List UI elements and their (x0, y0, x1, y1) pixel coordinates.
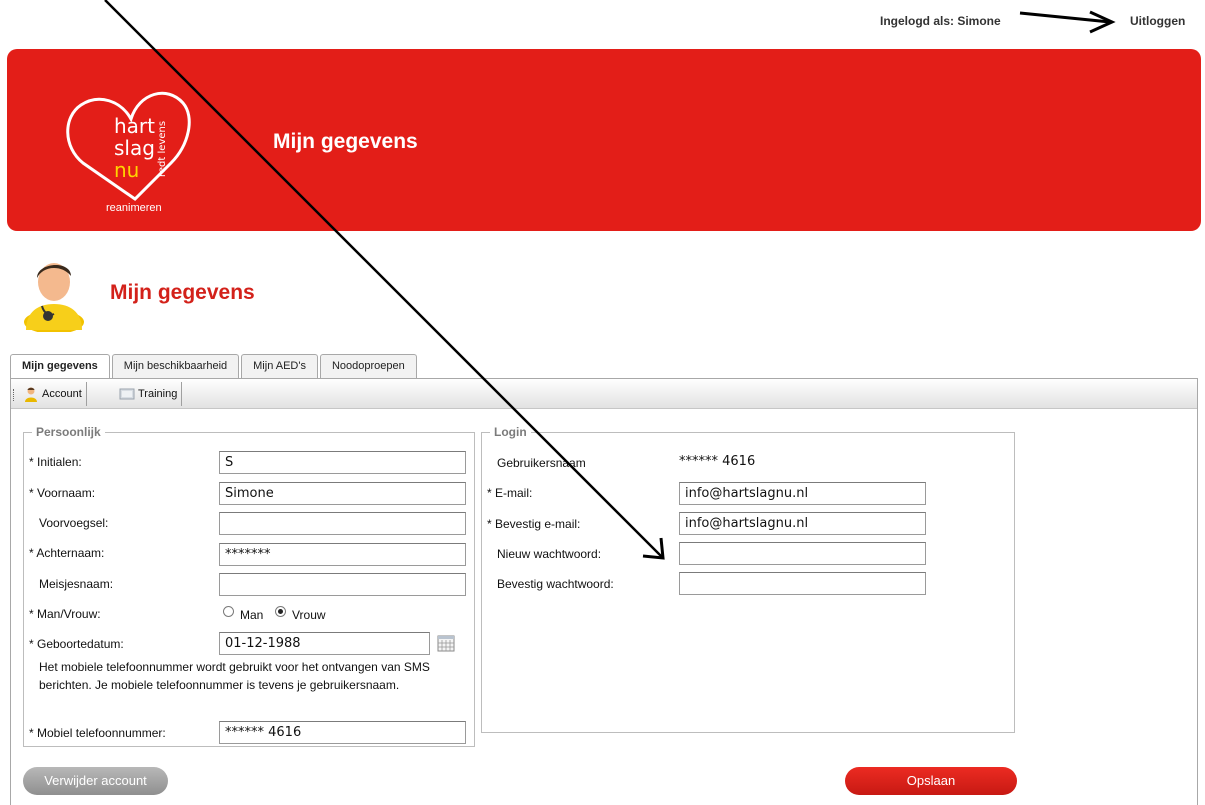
initialen-label: * Initialen: (29, 455, 82, 469)
tab-mijn-gegevens[interactable]: Mijn gegevens (10, 354, 110, 380)
geboortedatum-label: * Geboortedatum: (29, 637, 124, 651)
achternaam-input[interactable]: ******* (219, 543, 466, 566)
calendar-icon[interactable] (437, 635, 455, 652)
sub-toolbar: Account Training (11, 379, 1197, 409)
geboortedatum-input[interactable]: 01-12-1988 (219, 632, 430, 655)
email-label: * E-mail: (487, 486, 533, 500)
training-label: Training (138, 388, 178, 400)
persoonlijk-legend: Persoonlijk (32, 425, 105, 439)
toolbar-grip (13, 389, 15, 401)
user-avatar-icon (24, 263, 84, 332)
bevestig-email-input[interactable]: info@hartslagnu.nl (679, 512, 926, 535)
gebruikersnaam-value: ****** 4616 (679, 454, 756, 469)
tab-mijn-beschikbaarheid[interactable]: Mijn beschikbaarheid (111, 354, 240, 379)
email-input[interactable]: info@hartslagnu.nl (679, 482, 926, 505)
logged-in-text: Ingelogd als: Simone (880, 14, 1001, 28)
nieuw-wachtwoord-input[interactable] (679, 542, 926, 565)
gender-radio-vrouw[interactable] (275, 606, 286, 617)
nieuw-wachtwoord-label: Nieuw wachtwoord: (497, 547, 602, 561)
voornaam-input[interactable]: Simone (219, 482, 466, 505)
bevestig-wachtwoord-label: Bevestig wachtwoord: (497, 577, 614, 591)
hartslagnu-logo: hart slag nu redt levens (66, 91, 191, 201)
mobile-note: Het mobiele telefoonnummer wordt gebruik… (39, 660, 430, 692)
banner-title: Mijn gegevens (273, 130, 418, 153)
tab-noodoproepen[interactable]: Noodoproepen (319, 354, 417, 379)
page-title: Mijn gegevens (110, 281, 255, 304)
user-bar: Ingelogd als: Simone Uitloggen (0, 14, 1205, 32)
bevestig-wachtwoord-input[interactable] (679, 572, 926, 595)
gender-label: * Man/Vrouw: (29, 607, 101, 621)
tab-bar: Mijn gegevens Mijn beschikbaarheid Mijn … (10, 354, 419, 380)
gender-radio-man[interactable] (223, 606, 234, 617)
meisjesnaam-label: Meisjesnaam: (39, 577, 114, 591)
achternaam-label: * Achternaam: (29, 546, 105, 560)
logo-line1: hart (114, 114, 155, 138)
mobiel-label: * Mobiel telefoonnummer: (29, 726, 166, 740)
delete-account-button[interactable]: Verwijder account (23, 767, 168, 795)
training-icon (119, 388, 135, 400)
login-legend: Login (490, 425, 531, 439)
tab-mijn-aeds[interactable]: Mijn AED's (241, 354, 318, 379)
account-label: Account (42, 388, 82, 400)
voorvoegsel-input[interactable] (219, 512, 466, 535)
bevestig-email-label: * Bevestig e-mail: (487, 517, 581, 531)
logo-line2: slag (114, 136, 155, 160)
account-button[interactable]: Account (19, 382, 87, 406)
meisjesnaam-input[interactable] (219, 573, 466, 596)
voorvoegsel-label: Voorvoegsel: (39, 516, 109, 530)
logout-link[interactable]: Uitloggen (1130, 14, 1185, 28)
mobiel-input[interactable]: ****** 4616 (219, 721, 466, 744)
voornaam-label: * Voornaam: (29, 486, 96, 500)
initialen-input[interactable]: S (219, 451, 466, 474)
logo-bottom-text: reanimeren (106, 202, 162, 214)
header-banner: hart slag nu redt levens reanimeren Mijn… (7, 49, 1201, 231)
save-button[interactable]: Opslaan (845, 767, 1017, 795)
gebruikersnaam-label: Gebruikersnaam (497, 456, 586, 470)
training-button[interactable]: Training (115, 382, 183, 406)
logo-side-text: redt levens (157, 121, 168, 177)
gender-option-man: Man (240, 608, 264, 622)
logo-line3: nu (114, 158, 139, 182)
account-icon (25, 387, 37, 402)
gender-option-vrouw: Vrouw (292, 608, 326, 622)
